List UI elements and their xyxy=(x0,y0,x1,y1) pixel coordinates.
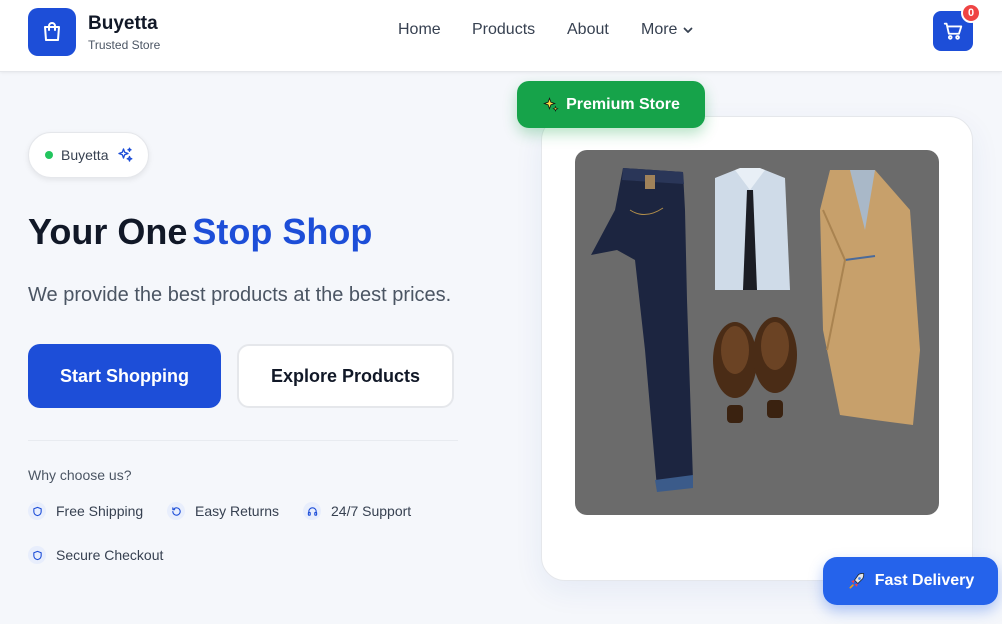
feature-support: 24/7 Support xyxy=(303,502,411,520)
nav-more-label: More xyxy=(641,21,678,38)
nav-home[interactable]: Home xyxy=(398,21,441,39)
sparkles-icon xyxy=(543,96,559,112)
premium-store-badge: Premium Store xyxy=(517,81,705,128)
logo[interactable] xyxy=(28,8,76,56)
fast-delivery-badge: Fast Delivery xyxy=(823,557,998,605)
start-shopping-button[interactable]: Start Shopping xyxy=(28,344,221,408)
blazer-illustration xyxy=(820,170,920,425)
fast-delivery-label: Fast Delivery xyxy=(874,572,975,589)
site-header: Buyetta Trusted Store Home Products Abou… xyxy=(0,0,1002,72)
premium-store-label: Premium Store xyxy=(566,95,680,113)
jeans-illustration xyxy=(591,168,693,492)
headline-accent: Stop Shop xyxy=(192,211,373,252)
hero-headline: Your One Stop Shop xyxy=(28,211,372,253)
shopping-bag-icon xyxy=(44,22,60,41)
feature-free-shipping: Free Shipping xyxy=(28,502,143,520)
brand-name[interactable]: Buyetta xyxy=(88,13,158,35)
feature-label: Easy Returns xyxy=(195,503,280,519)
brand-pill: Buyetta xyxy=(28,132,149,178)
why-choose-title: Why choose us? xyxy=(28,467,132,483)
divider xyxy=(28,440,458,441)
explore-products-button[interactable]: Explore Products xyxy=(237,344,454,408)
feature-label: Secure Checkout xyxy=(56,547,164,563)
hero-subhead: We provide the best products at the best… xyxy=(28,284,452,306)
feature-label: Free Shipping xyxy=(56,503,144,519)
shield-icon xyxy=(28,502,46,520)
shoes-illustration xyxy=(713,317,797,423)
nav-more-dropdown[interactable]: More xyxy=(641,21,694,39)
cart-icon xyxy=(943,22,963,40)
nav-products[interactable]: Products xyxy=(472,21,535,39)
feature-label: 24/7 Support xyxy=(331,503,412,519)
product-photo xyxy=(575,150,939,515)
nav-about[interactable]: About xyxy=(567,21,609,39)
feature-easy-returns: Easy Returns xyxy=(167,502,279,520)
headline-main: Your One xyxy=(28,211,188,252)
refresh-icon xyxy=(167,502,185,520)
feature-secure-checkout: Secure Checkout xyxy=(28,546,163,564)
chevron-down-icon xyxy=(684,27,693,33)
cart-count-badge: 0 xyxy=(961,3,981,23)
brand-tagline: Trusted Store xyxy=(88,38,161,52)
status-dot xyxy=(45,151,53,159)
shirt-illustration xyxy=(715,168,790,290)
rocket-icon xyxy=(849,573,864,589)
cart-button[interactable]: 0 xyxy=(933,3,981,51)
shield-icon xyxy=(28,546,46,564)
sparkles-icon xyxy=(118,147,133,162)
headphones-icon xyxy=(303,502,321,520)
brand-pill-label: Buyetta xyxy=(61,147,109,163)
